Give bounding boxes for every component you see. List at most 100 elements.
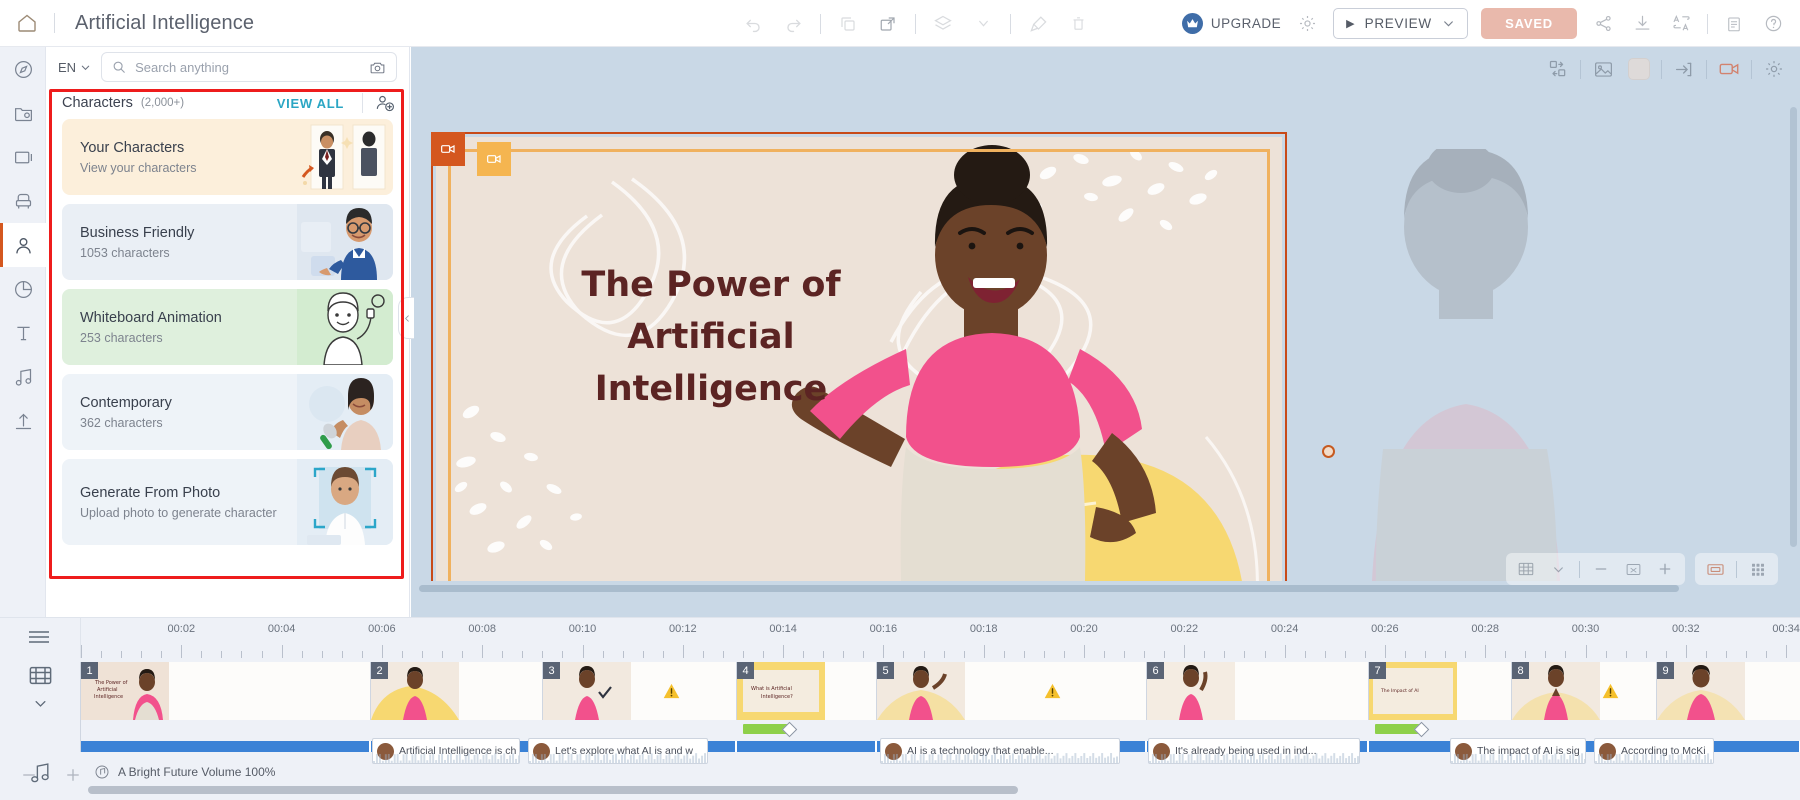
single-frame-icon[interactable]	[1701, 556, 1729, 582]
chevron-down-icon[interactable]	[1442, 17, 1455, 30]
format-painter-icon[interactable]	[1025, 11, 1051, 37]
ruler-tick	[763, 651, 764, 658]
timeline-scene[interactable]: 4What is ArtificialIntelligence?	[737, 662, 877, 720]
fit-screen-icon[interactable]	[1619, 556, 1647, 582]
search-input[interactable]	[135, 60, 360, 75]
list-item[interactable]: Generate From Photo Upload photo to gene…	[62, 459, 393, 545]
scenes-track-icon-col	[0, 662, 80, 711]
timeline-scene[interactable]: 3	[543, 662, 737, 720]
zoom-in-icon[interactable]	[1651, 556, 1679, 582]
camera-record-icon[interactable]	[1711, 51, 1747, 87]
list-item[interactable]: Contemporary 362 characters	[62, 374, 393, 450]
notes-icon[interactable]	[1721, 11, 1747, 37]
video-badge-orange[interactable]	[431, 132, 465, 166]
ruler-tick	[1144, 651, 1145, 658]
grid-view-icon[interactable]	[1744, 556, 1772, 582]
audio-clip-label: A Bright Future Volume 100%	[118, 765, 275, 779]
add-character-icon[interactable]	[375, 93, 395, 113]
redo-icon[interactable]	[780, 11, 806, 37]
ruler-tick	[442, 651, 443, 658]
edit-toolbar	[740, 0, 1091, 47]
ruler-tick	[1666, 651, 1667, 658]
audio-clip[interactable]: A Bright Future Volume 100%	[80, 761, 275, 783]
trash-icon[interactable]	[1065, 11, 1091, 37]
slide-selection-frame[interactable]	[431, 132, 1287, 581]
upgrade-button[interactable]: UPGRADE	[1182, 13, 1281, 34]
sidebar-item-slides[interactable]	[0, 135, 46, 179]
timeline-scene[interactable]: 6	[1147, 662, 1369, 720]
sidebar-item-characters[interactable]	[0, 223, 46, 267]
ruler-tick	[883, 645, 884, 658]
sidebar-item-scenes[interactable]	[0, 91, 46, 135]
timeline-scene[interactable]: 8	[1512, 662, 1657, 720]
copy-icon[interactable]	[835, 11, 861, 37]
preview-button[interactable]: ▶ PREVIEW	[1333, 8, 1468, 39]
audio-track[interactable]: A Bright Future Volume 100%	[80, 761, 1800, 785]
ruler-tick	[1445, 651, 1446, 658]
search-box[interactable]	[101, 52, 397, 82]
chevron-down-icon[interactable]	[1544, 556, 1572, 582]
transform-anchor[interactable]	[1322, 445, 1335, 458]
canvas-vertical-scrollbar[interactable]	[1790, 107, 1797, 547]
list-item[interactable]: Business Friendly 1053 characters	[62, 204, 393, 280]
sidebar-item-charts[interactable]	[0, 267, 46, 311]
panel-collapse-toggle[interactable]	[398, 297, 414, 339]
zoom-out-icon[interactable]	[1587, 556, 1615, 582]
ruler-tick	[502, 651, 503, 658]
app-root: Artificial Intelligence	[0, 0, 1800, 800]
image-icon[interactable]	[1585, 51, 1621, 87]
ruler-tick	[1044, 651, 1045, 658]
camera-icon[interactable]	[369, 59, 386, 76]
ruler-tick	[322, 651, 323, 658]
grid-icon[interactable]	[1512, 556, 1540, 582]
help-icon[interactable]	[1760, 11, 1786, 37]
chevron-down-icon[interactable]	[970, 11, 996, 37]
share-icon[interactable]	[1590, 11, 1616, 37]
sidebar-item-props[interactable]	[0, 179, 46, 223]
timeline-scene[interactable]: 1The Power ofArtificialIntelligence	[81, 662, 371, 720]
timeline-ruler[interactable]: 00:0200:0400:0600:0800:1000:1200:1400:16…	[80, 618, 1800, 658]
ruler-label: 00:14	[769, 623, 797, 635]
hamburger-icon[interactable]	[28, 630, 50, 644]
gear-icon[interactable]	[1294, 11, 1320, 37]
timeline-scene[interactable]: 7The Impact of AI	[1369, 662, 1512, 720]
timeline-scene[interactable]: 2	[371, 662, 543, 720]
save-button[interactable]: SAVED	[1481, 8, 1577, 39]
ruler-tick	[1606, 651, 1607, 658]
ruler-tick	[924, 651, 925, 658]
language-selector[interactable]: EN	[58, 60, 91, 75]
layers-icon[interactable]	[930, 11, 956, 37]
undo-icon[interactable]	[740, 11, 766, 37]
canvas-stage[interactable]: The Power of Artificial Intelligence	[411, 91, 1800, 581]
ruler-tick	[803, 651, 804, 658]
translate-icon[interactable]	[1668, 11, 1694, 37]
minus-icon[interactable]	[20, 766, 38, 784]
download-icon[interactable]	[1629, 11, 1655, 37]
timeline-scene[interactable]: 5	[877, 662, 1147, 720]
view-all-link[interactable]: VIEW ALL	[277, 96, 344, 111]
transition-icon[interactable]	[1666, 51, 1702, 87]
sidebar-item-discover[interactable]	[0, 47, 46, 91]
color-swatch[interactable]	[1621, 51, 1657, 87]
sidebar-item-upload[interactable]	[0, 399, 46, 443]
ruler-tick	[1485, 645, 1486, 658]
chevron-down-icon[interactable]	[33, 696, 48, 711]
card-artwork	[297, 119, 393, 195]
plus-icon[interactable]	[64, 766, 82, 784]
sidebar-item-music[interactable]	[0, 355, 46, 399]
video-badge-yellow[interactable]	[477, 142, 511, 176]
list-item[interactable]: Whiteboard Animation 253 characters	[62, 289, 393, 365]
category-title: Characters	[62, 95, 133, 111]
sidebar-item-text[interactable]	[0, 311, 46, 355]
list-item[interactable]: Your Characters View your characters	[62, 119, 393, 195]
svg-text:The Impact of AI: The Impact of AI	[1380, 688, 1419, 694]
timeline-scene[interactable]: 9	[1657, 662, 1800, 720]
home-icon[interactable]	[0, 0, 54, 47]
timeline-horizontal-scrollbar[interactable]	[88, 786, 1788, 794]
transform-icon[interactable]	[1540, 51, 1576, 87]
ruler-label: 00:22	[1171, 623, 1199, 635]
gear-icon[interactable]	[1756, 51, 1792, 87]
duplicate-icon[interactable]	[875, 11, 901, 37]
svg-text:What is Artificial: What is Artificial	[751, 686, 792, 692]
ruler-label: 00:28	[1471, 623, 1499, 635]
